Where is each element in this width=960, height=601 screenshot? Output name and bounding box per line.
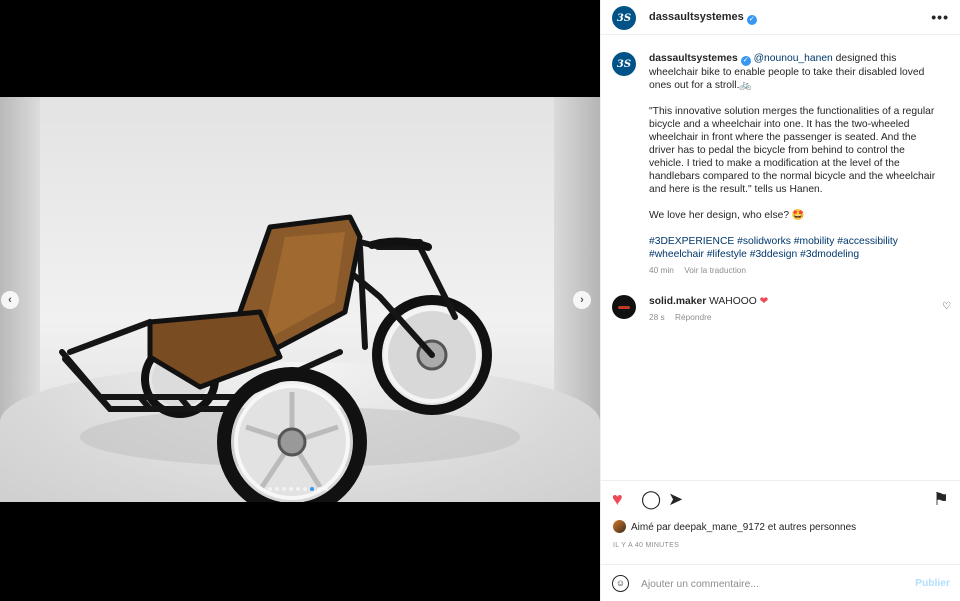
- post-timestamp: IL Y A 40 MINUTES: [613, 542, 680, 549]
- post-media: ‹ ›: [0, 0, 600, 601]
- publish-button[interactable]: Publier: [915, 578, 950, 589]
- carousel-dot: [268, 487, 272, 491]
- carousel-dot: [289, 487, 293, 491]
- caption-time: 40 min: [649, 265, 674, 275]
- likes-summary[interactable]: Aimé par deepak_mane_9172 et autres pers…: [613, 520, 856, 533]
- comment-input[interactable]: [641, 575, 901, 593]
- post-image[interactable]: [0, 97, 600, 502]
- verified-badge-icon: ✓: [746, 15, 757, 25]
- likes-text[interactable]: Aimé par deepak_mane_9172 et autres pers…: [631, 522, 856, 533]
- carousel-dot: [275, 487, 279, 491]
- avatar-logo: 3S: [616, 12, 632, 24]
- comment-user[interactable]: solid.maker: [649, 296, 706, 307]
- carousel-dot: [282, 487, 286, 491]
- comment-body: solid.maker WAHOOO ❤: [649, 295, 941, 308]
- carousel-dot: [324, 487, 328, 491]
- action-bar: ♥ ◯ ➤ ⚑: [601, 480, 960, 520]
- caption-intro: dassaultsystemes ✓ @nounou_hanen designed…: [649, 52, 941, 92]
- caption-love: We love her design, who else? 🤩: [649, 210, 805, 221]
- carousel-dot: [310, 487, 314, 491]
- reply-link[interactable]: Répondre: [675, 312, 711, 322]
- carousel-dot: [317, 487, 321, 491]
- account-username[interactable]: dassaultsystemes ✓: [649, 11, 757, 25]
- see-translation-link[interactable]: Voir la traduction: [684, 265, 746, 275]
- account-name[interactable]: dassaultsystemes: [649, 11, 744, 23]
- red-heart-emoji: ❤: [759, 296, 769, 307]
- caption-author[interactable]: dassaultsystemes: [649, 53, 738, 64]
- post-caption: 3S dassaultsystemes ✓ @nounou_hanen desig…: [612, 52, 941, 277]
- save-bookmark-icon[interactable]: ⚑: [933, 490, 949, 508]
- like-heart-icon[interactable]: ♥: [612, 490, 623, 508]
- comment-text: WAHOOO: [706, 296, 760, 307]
- post-header: 3S dassaultsystemes ✓ •••: [601, 0, 960, 35]
- like-comment-heart-icon[interactable]: ♡: [942, 300, 951, 313]
- chevron-left-icon: ‹: [8, 293, 12, 306]
- caption-hashtags[interactable]: #3DEXPERIENCE #solidworks #mobility #acc…: [649, 235, 941, 261]
- more-options-icon[interactable]: •••: [931, 9, 949, 25]
- comment-time: 28 s: [649, 312, 665, 322]
- liker-avatar: [613, 520, 626, 533]
- caption-quote: "This innovative solution merges the fun…: [649, 106, 936, 195]
- emoji-smiley-icon[interactable]: ☺: [612, 575, 629, 592]
- avatar[interactable]: 3S: [612, 6, 636, 30]
- post-side-panel: 3S dassaultsystemes ✓ ••• 3S dassaultsyst…: [600, 0, 960, 601]
- avatar-logo: 3S: [616, 58, 632, 70]
- wheelchair-bike-illustration: [59, 214, 520, 502]
- comment-bubble-icon[interactable]: ◯: [641, 490, 661, 508]
- verified-badge-icon: ✓: [740, 56, 751, 66]
- carousel-dot: [296, 487, 300, 491]
- caption-meta: 40 min Voir la traduction: [649, 264, 941, 277]
- carousel-dot: [303, 487, 307, 491]
- previous-slide-button[interactable]: ‹: [1, 291, 19, 309]
- comment-meta: 28 s Répondre: [649, 311, 941, 324]
- add-comment-bar: ☺ Publier: [601, 564, 960, 601]
- next-slide-button[interactable]: ›: [573, 291, 591, 309]
- commenter-avatar[interactable]: [612, 295, 636, 319]
- mention-link[interactable]: @nounou_hanen: [754, 53, 833, 64]
- comment-item: solid.maker WAHOOO ❤ 28 s Répondre ♡: [612, 295, 951, 324]
- caption-avatar[interactable]: 3S: [612, 52, 636, 76]
- share-paper-plane-icon[interactable]: ➤: [668, 490, 683, 508]
- chevron-right-icon: ›: [580, 293, 584, 306]
- carousel-indicator: [268, 487, 328, 491]
